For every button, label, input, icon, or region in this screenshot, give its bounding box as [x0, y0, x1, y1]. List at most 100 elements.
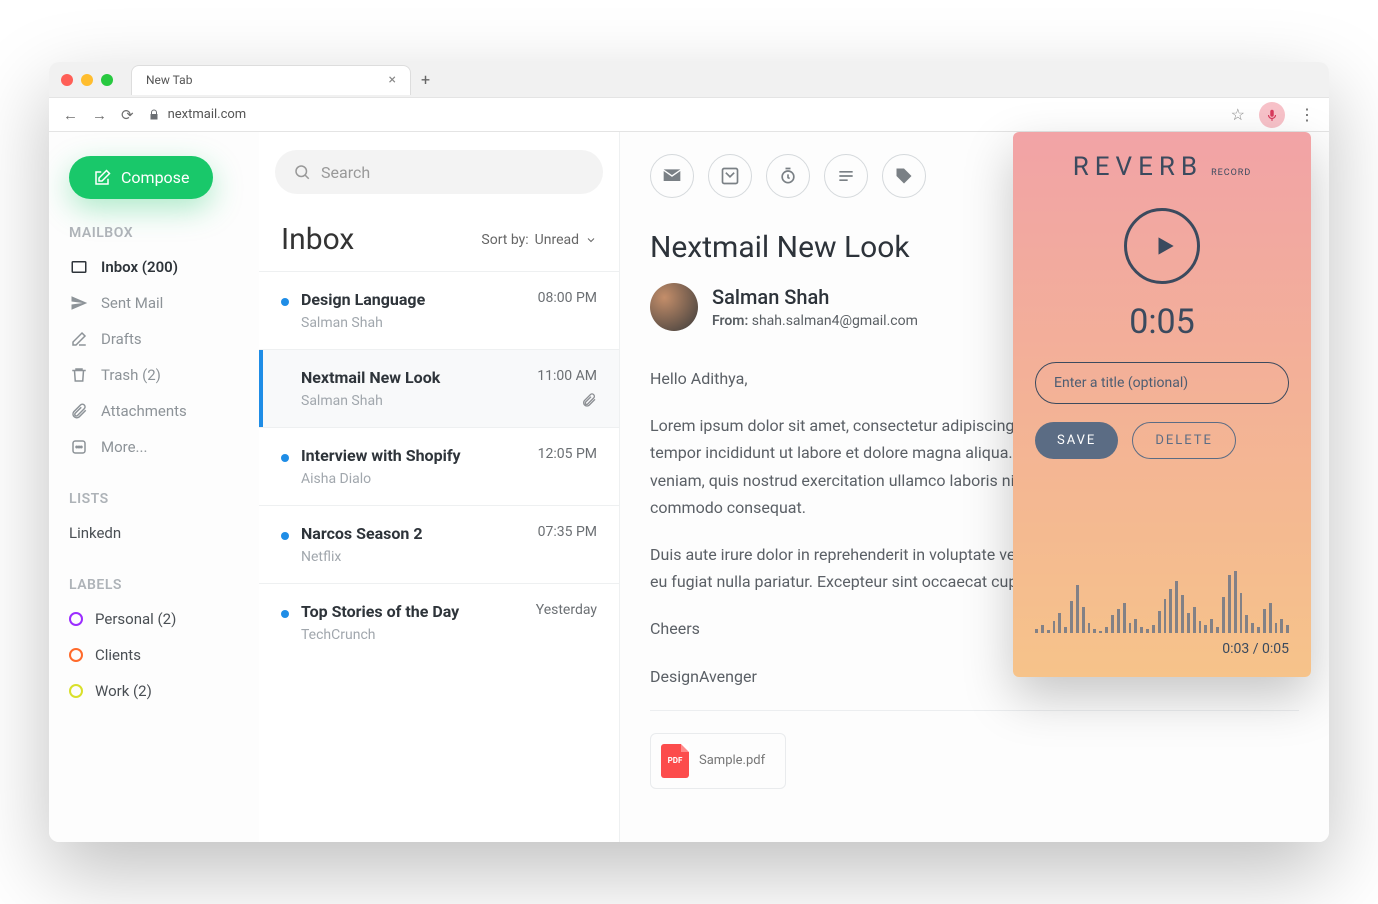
label-color-icon [69, 648, 83, 662]
play-button[interactable] [1124, 208, 1200, 284]
new-tab-icon[interactable]: + [421, 70, 430, 89]
window-controls[interactable] [61, 74, 113, 86]
email-subject: Narcos Season 2 [301, 524, 526, 543]
lock-icon [148, 109, 160, 121]
reverb-panel: REVERB RECORD 0:05 SAVE DELETE 0:03 / 0:… [1013, 132, 1311, 677]
url-text: nextmail.com [168, 107, 247, 122]
more-icon [69, 438, 89, 456]
list-view-button[interactable] [824, 154, 868, 198]
close-window-icon[interactable] [61, 74, 73, 86]
trash-icon [69, 366, 89, 384]
email-subject: Interview with Shopify [301, 446, 526, 465]
sidebar-item-label: Work (2) [95, 682, 152, 700]
email-list-item[interactable]: Design Language Salman Shah 08:00 PM [259, 271, 619, 349]
email-list-item[interactable]: Nextmail New Look Salman Shah 11:00 AM [259, 349, 619, 427]
search-placeholder: Search [321, 163, 370, 182]
email-sender: Salman Shah [301, 315, 526, 331]
minimize-window-icon[interactable] [81, 74, 93, 86]
tab-title: New Tab [146, 73, 192, 87]
compose-icon [93, 169, 111, 187]
sidebar-item-sent[interactable]: Sent Mail [69, 285, 239, 321]
sidebar-item-inbox[interactable]: Inbox (200) [69, 249, 239, 285]
sidebar-label-item[interactable]: Work (2) [69, 673, 239, 709]
sidebar-item-label: More... [101, 438, 147, 456]
playback-progress: 0:03 / 0:05 [1222, 641, 1289, 657]
sidebar: Compose MAILBOX Inbox (200) Sent Mail Dr… [49, 132, 259, 842]
waveform [1035, 553, 1289, 633]
sidebar-item-trash[interactable]: Trash (2) [69, 357, 239, 393]
maximize-window-icon[interactable] [101, 74, 113, 86]
bookmark-icon[interactable]: ☆ [1231, 105, 1245, 124]
drafts-icon [69, 330, 89, 348]
tag-button[interactable] [882, 154, 926, 198]
compose-label: Compose [121, 168, 189, 187]
save-button[interactable]: SAVE [1035, 422, 1118, 459]
sidebar-item-label: Trash (2) [101, 366, 161, 384]
email-list-item[interactable]: Top Stories of the Day TechCrunch Yester… [259, 583, 619, 661]
email-subject: Top Stories of the Day [301, 602, 524, 621]
sidebar-item-label: Linkedn [69, 524, 121, 542]
avatar [650, 283, 698, 331]
sort-dropdown[interactable]: Sort by: Unread [481, 232, 597, 248]
inbox-icon [69, 258, 89, 276]
email-list-item[interactable]: Narcos Season 2 Netflix 07:35 PM [259, 505, 619, 583]
pdf-icon: PDF [661, 744, 689, 778]
sidebar-item-drafts[interactable]: Drafts [69, 321, 239, 357]
attachment-icon [581, 392, 597, 408]
archive-button[interactable] [708, 154, 752, 198]
menu-icon[interactable]: ⋮ [1299, 105, 1315, 124]
attachment-icon [69, 402, 89, 420]
list-title: Inbox [281, 222, 354, 257]
sidebar-item-label: Sent Mail [101, 294, 163, 312]
reload-icon[interactable]: ⟳ [121, 106, 134, 124]
sidebar-list-linkedin[interactable]: Linkedn [69, 515, 239, 551]
mark-read-button[interactable] [650, 154, 694, 198]
lists-heading: LISTS [69, 491, 239, 507]
unread-dot-icon [281, 610, 289, 618]
sent-icon [69, 294, 89, 312]
email-time: 07:35 PM [538, 524, 597, 540]
sidebar-item-label: Personal (2) [95, 610, 176, 628]
label-color-icon [69, 684, 83, 698]
sort-label: Sort by: [481, 232, 528, 248]
sidebar-item-label: Inbox (200) [101, 258, 178, 276]
snooze-button[interactable] [766, 154, 810, 198]
mailbox-heading: MAILBOX [69, 225, 239, 241]
delete-button[interactable]: DELETE [1132, 422, 1236, 459]
url-bar: ← → ⟳ nextmail.com ☆ ⋮ [49, 98, 1329, 132]
email-sender: Salman Shah [301, 393, 525, 409]
attachment-chip[interactable]: PDF Sample.pdf [650, 733, 786, 789]
chevron-down-icon [585, 234, 597, 246]
close-tab-icon[interactable]: × [389, 72, 396, 88]
email-sender: Netflix [301, 549, 526, 565]
mic-extension-icon[interactable] [1259, 102, 1285, 128]
sender-from: From: shah.salman4@gmail.com [712, 313, 918, 329]
recording-time: 0:05 [1129, 302, 1195, 342]
email-list-column: Search Inbox Sort by: Unread Design Lang… [259, 132, 619, 842]
back-icon[interactable]: ← [63, 106, 78, 124]
browser-tab[interactable]: New Tab × [131, 65, 411, 95]
email-sender: Aisha Dialo [301, 471, 526, 487]
sidebar-item-label: Attachments [101, 402, 187, 420]
label-color-icon [69, 612, 83, 626]
title-input[interactable] [1035, 362, 1289, 404]
sidebar-item-label: Drafts [101, 330, 142, 348]
sender-name: Salman Shah [712, 285, 918, 309]
search-input[interactable]: Search [275, 150, 603, 194]
email-list-item[interactable]: Interview with Shopify Aisha Dialo 12:05… [259, 427, 619, 505]
forward-icon[interactable]: → [92, 106, 107, 124]
reverb-logo: REVERB RECORD [1073, 152, 1252, 182]
email-subject: Nextmail New Look [301, 368, 525, 387]
email-time: 11:00 AM [537, 368, 597, 384]
search-icon [293, 163, 311, 181]
compose-button[interactable]: Compose [69, 156, 213, 199]
address-field[interactable]: nextmail.com [148, 107, 1217, 122]
unread-dot-icon [281, 454, 289, 462]
email-time: 12:05 PM [538, 446, 597, 462]
sidebar-label-item[interactable]: Clients [69, 637, 239, 673]
sidebar-item-more[interactable]: More... [69, 429, 239, 465]
sidebar-item-attachments[interactable]: Attachments [69, 393, 239, 429]
sidebar-label-item[interactable]: Personal (2) [69, 601, 239, 637]
email-subject: Design Language [301, 290, 526, 309]
sort-value: Unread [535, 232, 579, 248]
